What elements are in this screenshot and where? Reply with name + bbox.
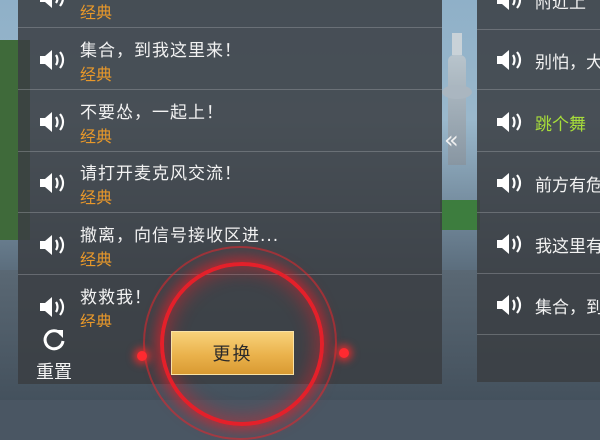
speaker-icon [497,112,522,132]
speaker-icon [497,0,522,10]
speaker-icon [497,234,522,254]
row-divider [18,212,442,213]
row-divider [477,151,600,152]
chat-item-tag: 经典 [80,188,113,207]
chat-item[interactable]: 经典 [18,0,442,28]
scene-grass [440,200,480,230]
row-divider [18,27,442,28]
swap-button[interactable]: 更换 [171,331,294,375]
chat-item-tag: 经典 [80,127,113,146]
chat-item-text: 不要怂，一起上！ [80,103,224,123]
chat-item-text: 别怕，大 [535,53,600,73]
chat-item-tag: 经典 [80,65,113,84]
speaker-icon [40,112,65,132]
chat-item[interactable]: 别怕，大 [477,30,600,90]
speaker-icon [497,50,522,70]
double-chevron-left-icon[interactable]: « [444,128,459,152]
row-divider [477,334,600,335]
chat-item-text: 我这里有 [535,237,600,257]
chat-item[interactable]: 附近上 [477,0,600,30]
refresh-icon [43,329,65,351]
reset-button[interactable]: 重置 [32,327,76,383]
speaker-icon [497,173,522,193]
row-divider [18,89,442,90]
chat-item[interactable]: 集合，到我这里来！ 经典 [18,30,442,90]
chat-item-text: 集合，到 [535,298,600,318]
chat-item-text: 集合，到我这里来！ [80,41,242,61]
chat-item[interactable]: 不要怂，一起上！ 经典 [18,92,442,152]
reset-label: 重置 [36,362,72,383]
chat-item-text: 跳个舞 [535,115,586,135]
chat-item-tag: 经典 [80,312,113,327]
row-divider [477,89,600,90]
speaker-icon [40,0,64,8]
speaker-icon [40,173,65,193]
chat-item[interactable]: 集合，到 [477,275,600,335]
speaker-icon [40,297,65,317]
chat-item-tag: 经典 [80,250,113,269]
chat-item-text: 请打开麦克风交流！ [80,164,242,184]
chat-item-text: 前方有危 [535,176,600,196]
speaker-icon [40,50,65,70]
chat-item[interactable]: 请打开麦克风交流！ 经典 [18,153,442,213]
chat-item[interactable]: 我这里有 [477,214,600,274]
chat-item[interactable]: 前方有危 [477,153,600,213]
chat-item-text: 救救我！ [80,288,152,308]
speaker-icon [40,235,65,255]
ring-dot [137,351,147,361]
chat-item[interactable]: 跳个舞 [477,92,600,152]
chat-item-text: 附近上 [535,0,586,13]
chat-item-text: 撤离，向信号接收区进... [80,226,280,246]
ring-dot [339,348,349,358]
speaker-icon [497,295,522,315]
row-divider [477,273,600,274]
chat-item-tag: 经典 [80,3,113,22]
row-divider [477,212,600,213]
row-divider [18,151,442,152]
